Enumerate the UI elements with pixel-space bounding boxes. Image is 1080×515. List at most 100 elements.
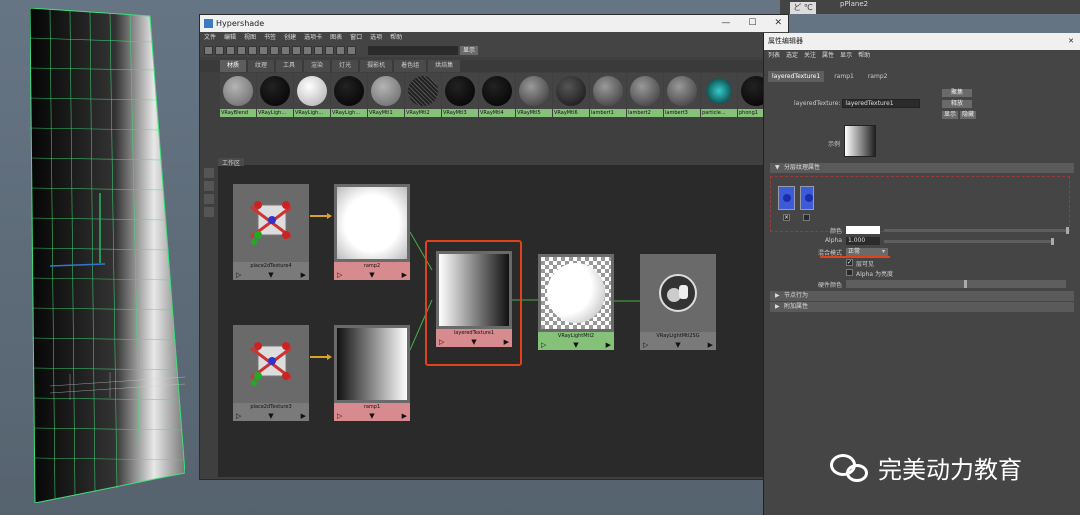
close-button[interactable]: ✕	[1068, 33, 1074, 50]
toolbar-icon[interactable]: ど ℃	[790, 2, 816, 14]
material-swatch[interactable]: lambert1	[590, 73, 626, 117]
tool-icon[interactable]	[215, 45, 224, 55]
expand-icon[interactable]: ▼	[268, 411, 273, 421]
color-swatch[interactable]	[846, 226, 880, 234]
chevron-down-icon[interactable]: ▾	[882, 248, 885, 255]
node-vraylightmtl2[interactable]: VRayLightMtl2 ▷ ▼ ▶	[538, 254, 614, 350]
material-swatch[interactable]: lambert3	[664, 73, 700, 117]
tool-icon[interactable]	[325, 45, 334, 55]
expand-icon[interactable]: ▼	[369, 411, 374, 421]
menu-options[interactable]: 选项	[370, 32, 382, 43]
tool-icon[interactable]	[347, 45, 356, 55]
ae-menu-focus[interactable]: 关注	[804, 50, 816, 61]
tool-icon[interactable]	[237, 45, 246, 55]
layer-swatch[interactable]	[778, 186, 795, 210]
attribute-editor[interactable]: 属性编辑器 ✕ 列表 选定 关注 属性 显示 帮助 layeredTexture…	[763, 33, 1080, 515]
menu-create[interactable]: 创建	[284, 32, 296, 43]
alpha-lum-checkbox[interactable]	[846, 269, 853, 276]
work-area-tab[interactable]: 工作区	[218, 158, 245, 167]
tab-bake-sets[interactable]: 烘焙集	[428, 60, 461, 72]
play-filled-icon[interactable]: ▶	[402, 270, 407, 280]
material-swatch[interactable]: VRayMtl5	[516, 73, 552, 117]
material-swatch[interactable]: lambert2	[627, 73, 663, 117]
node-vraylightmtl2sg[interactable]: VRayLightMtl2SG ▷ ▼ ▶	[640, 254, 716, 350]
delete-layer-icon[interactable]	[803, 214, 810, 221]
color-slider[interactable]	[884, 227, 1069, 234]
expand-icon[interactable]: ▼	[268, 270, 273, 280]
tab-cameras[interactable]: 摄影机	[360, 60, 393, 72]
tab-utilities[interactable]: 工具	[276, 60, 303, 72]
section-extra-attributes[interactable]: ▶ 附加属性	[770, 302, 1074, 312]
material-swatch[interactable]: particle...	[701, 73, 737, 117]
tool-icon[interactable]	[303, 45, 312, 55]
hypershade-titlebar[interactable]: Hypershade — ☐ ✕	[200, 15, 788, 32]
play-filled-icon[interactable]: ▶	[708, 340, 713, 350]
menu-edit[interactable]: 编辑	[224, 32, 236, 43]
play-icon[interactable]: ▷	[337, 411, 342, 421]
menu-file[interactable]: 文件	[204, 32, 216, 43]
material-swatch[interactable]: VRayMtl4	[479, 73, 515, 117]
tool-icon[interactable]	[204, 45, 213, 55]
play-icon[interactable]: ▷	[643, 340, 648, 350]
tool-icon[interactable]	[248, 45, 257, 55]
play-icon[interactable]: ▷	[236, 270, 241, 280]
section-node-behavior[interactable]: ▶ 节点行为	[770, 291, 1074, 301]
hide-button[interactable]: 隐藏	[960, 111, 976, 119]
graph-tool-icon[interactable]	[204, 168, 214, 178]
tool-icon[interactable]	[270, 45, 279, 55]
ae-menu-help[interactable]: 帮助	[858, 50, 870, 61]
material-swatch[interactable]: VRayMtl1	[368, 73, 404, 117]
tab-layeredtexture1[interactable]: layeredTexture1	[768, 71, 825, 82]
tool-icon[interactable]	[336, 45, 345, 55]
layer-editor[interactable]: ×	[770, 176, 1070, 232]
minimize-button[interactable]: —	[721, 15, 730, 32]
play-filled-icon[interactable]: ▶	[402, 411, 407, 421]
maximize-button[interactable]: ☐	[748, 15, 756, 32]
slider-knob[interactable]	[1051, 238, 1054, 245]
expand-icon[interactable]: ▼	[573, 340, 578, 350]
node-place2dtexture3[interactable]: place2dTexture3 ▷ ▼ ▶	[233, 325, 309, 421]
expand-icon[interactable]: ▼	[675, 340, 680, 350]
play-icon[interactable]: ▷	[337, 270, 342, 280]
play-icon[interactable]: ▷	[236, 411, 241, 421]
menu-view[interactable]: 视图	[244, 32, 256, 43]
slider-knob[interactable]	[964, 280, 967, 288]
material-swatch[interactable]: VRayMtl3	[442, 73, 478, 117]
menu-help[interactable]: 帮助	[390, 32, 402, 43]
tab-shading-groups[interactable]: 着色组	[394, 60, 427, 72]
section-layered-attributes[interactable]: ▼ 分层纹理属性	[770, 163, 1074, 173]
visible-checkbox[interactable]: ✓	[846, 259, 853, 266]
play-filled-icon[interactable]: ▶	[301, 411, 306, 421]
menu-bookmarks[interactable]: 书签	[264, 32, 276, 43]
ae-menu-list[interactable]: 列表	[768, 50, 780, 61]
graph-tool-icon[interactable]	[204, 181, 214, 191]
tool-icon[interactable]	[259, 45, 268, 55]
menu-graph[interactable]: 图表	[330, 32, 342, 43]
node-name-field[interactable]: layeredTexture1	[842, 99, 921, 108]
tab-ramp2[interactable]: ramp2	[864, 71, 892, 82]
close-button[interactable]: ✕	[774, 15, 782, 32]
material-swatch[interactable]: VRayMtl6	[553, 73, 589, 117]
search-field[interactable]	[368, 45, 458, 55]
tool-icon[interactable]	[292, 45, 301, 55]
alpha-field[interactable]: 1.000	[846, 237, 880, 245]
layer-swatch[interactable]	[800, 186, 814, 210]
focus-button[interactable]: 聚集	[942, 89, 972, 97]
play-filled-icon[interactable]: ▶	[301, 270, 306, 280]
hardware-color-slider[interactable]	[846, 280, 1066, 288]
tab-lights[interactable]: 灯光	[332, 60, 359, 72]
expand-icon[interactable]: ▼	[369, 270, 374, 280]
node-ramp2[interactable]: ramp2 ▷ ▼ ▶	[334, 184, 410, 280]
tool-icon[interactable]	[281, 45, 290, 55]
alpha-slider[interactable]	[884, 238, 1054, 245]
tab-rendering[interactable]: 渲染	[304, 60, 331, 72]
tab-ramp1[interactable]: ramp1	[830, 71, 858, 82]
graph-tool-icon[interactable]	[204, 194, 214, 204]
material-swatch[interactable]: VRayBlend	[220, 73, 256, 117]
material-swatch[interactable]: VRayLigh...	[257, 73, 293, 117]
delete-layer-icon[interactable]: ×	[783, 214, 790, 221]
node-ramp1[interactable]: ramp1 ▷ ▼ ▶	[334, 325, 410, 421]
play-icon[interactable]: ▷	[541, 340, 546, 350]
material-swatch[interactable]: VRayLigh...	[331, 73, 367, 117]
tool-icon[interactable]	[226, 45, 235, 55]
